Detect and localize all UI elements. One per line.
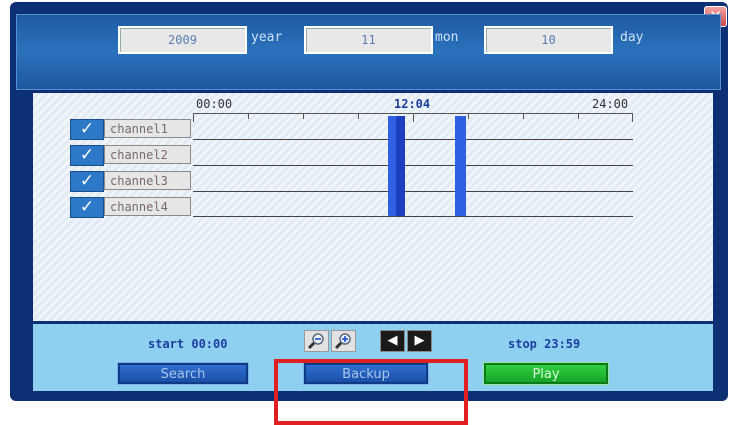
channel3-checkbox[interactable]: ✓: [70, 171, 104, 192]
year-field[interactable]: 2009: [118, 26, 247, 54]
search-button[interactable]: Search: [118, 363, 248, 384]
recording-segment[interactable]: [396, 116, 405, 216]
timeline-tick: [468, 113, 469, 119]
zoom-in-button[interactable]: [331, 330, 356, 352]
recording-segment[interactable]: [388, 116, 396, 216]
timeline-tick: [193, 113, 194, 122]
recording-segment[interactable]: [455, 116, 466, 216]
channel3-track[interactable]: [193, 191, 633, 192]
prev-arrow-button[interactable]: ◀: [380, 330, 405, 352]
play-button[interactable]: Play: [484, 363, 608, 384]
channel4-checkbox[interactable]: ✓: [70, 197, 104, 218]
day-unit-label: day: [620, 30, 644, 45]
timeline-end-time: 24:00: [592, 97, 629, 111]
day-field[interactable]: 10: [484, 26, 613, 54]
timeline-tick: [578, 113, 579, 119]
timeline-tick: [632, 113, 633, 122]
timeline-start-time: 00:00: [196, 97, 233, 111]
channel2-checkbox[interactable]: ✓: [70, 145, 104, 166]
timeline-tick: [413, 113, 414, 122]
year-unit-label: year: [251, 30, 283, 45]
next-arrow-button[interactable]: ▶: [407, 330, 432, 352]
channel1-track[interactable]: [193, 139, 633, 140]
channel1-checkbox[interactable]: ✓: [70, 119, 104, 140]
timeline-tick: [303, 113, 304, 119]
timeline-tick: [523, 113, 524, 119]
channel1-label: channel1: [104, 119, 191, 138]
zoom-in-icon: [334, 333, 351, 350]
channel4-label: channel4: [104, 197, 191, 216]
month-field[interactable]: 11: [304, 26, 433, 54]
zoom-out-button[interactable]: [304, 330, 329, 352]
timeline-tick: [358, 113, 359, 119]
stop-time-label: stop 23:59: [508, 337, 581, 351]
channel4-track[interactable]: [193, 216, 633, 217]
timeline-current-time: 12:04: [394, 97, 431, 111]
month-unit-label: mon: [435, 30, 459, 45]
start-time-label: start 00:00: [148, 337, 228, 351]
channel2-track[interactable]: [193, 165, 633, 166]
timeline-tick: [248, 113, 249, 119]
zoom-out-icon: [307, 333, 324, 350]
channel2-label: channel2: [104, 145, 191, 164]
backup-highlight-box: [274, 359, 468, 425]
channel3-label: channel3: [104, 171, 191, 190]
